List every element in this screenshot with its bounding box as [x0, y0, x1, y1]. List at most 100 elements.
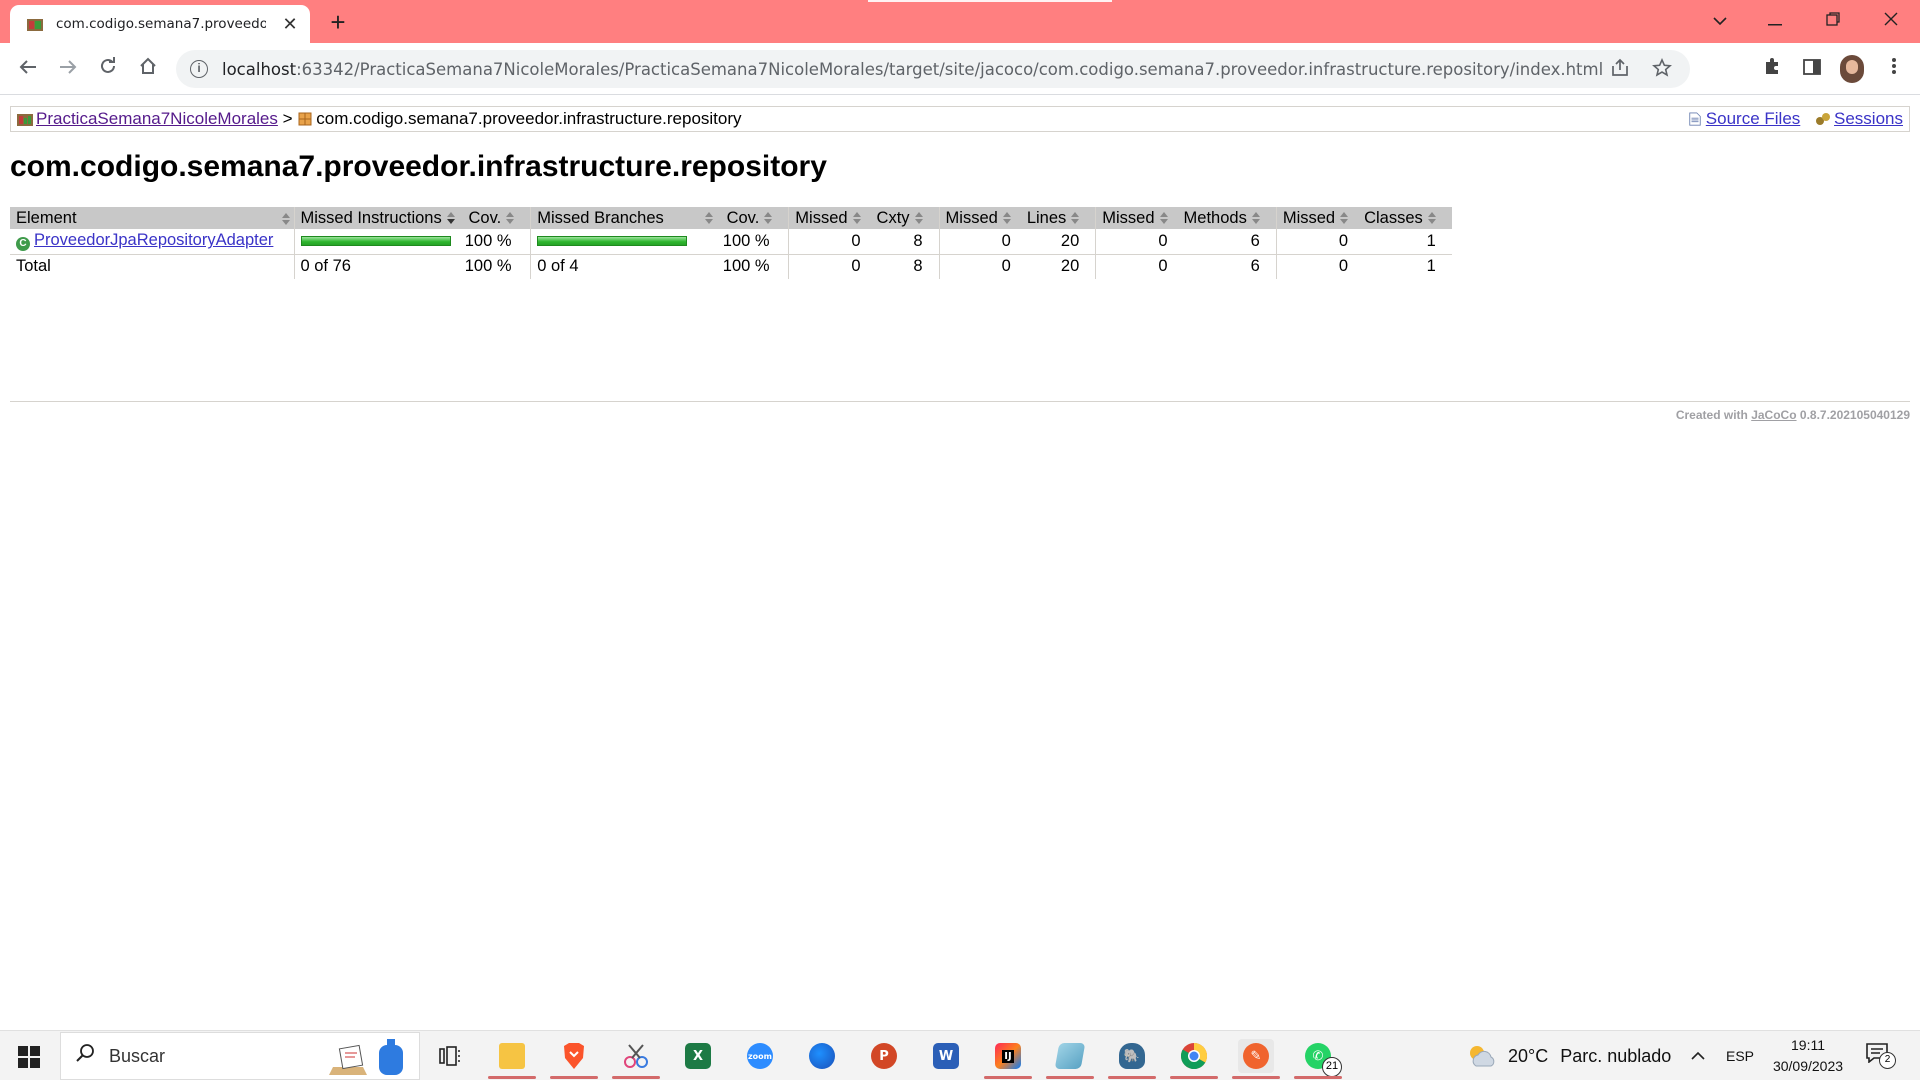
titlebar-highlight: [868, 0, 1112, 2]
sort-icon: [1251, 212, 1260, 224]
source-files-link[interactable]: Source Files: [1706, 109, 1800, 128]
excel-icon[interactable]: X: [680, 1039, 716, 1073]
instructions-coverage-bar: [300, 236, 451, 247]
sort-icon: [1339, 212, 1349, 224]
class-icon: C: [16, 237, 30, 252]
sort-icon: [704, 212, 713, 224]
header-missed-classes[interactable]: Missed: [1275, 207, 1359, 229]
total-classes: 1: [1426, 257, 1436, 276]
jacoco-link[interactable]: JaCoCo: [1751, 408, 1796, 422]
taskbar-search-box[interactable]: Buscar: [60, 1032, 420, 1080]
language-indicator[interactable]: ESP: [1726, 1031, 1754, 1080]
restore-icon[interactable]: [1813, 4, 1853, 36]
bookmark-star-icon[interactable]: [1652, 58, 1672, 78]
intellij-idea-icon[interactable]: IJ: [984, 1039, 1032, 1079]
forward-arrow-icon[interactable]: [52, 53, 84, 85]
coverage-table: Element Missed Instructions Cov. Missed …: [10, 207, 1452, 279]
word-icon[interactable]: W: [928, 1039, 964, 1073]
weather-widget[interactable]: 20°C Parc. nublado: [1466, 1031, 1671, 1080]
header-element[interactable]: Element: [10, 207, 294, 229]
total-branches-cov: 100 %: [722, 257, 770, 276]
firefox-icon[interactable]: [804, 1039, 840, 1073]
home-icon[interactable]: [132, 53, 164, 85]
header-missed-methods[interactable]: Missed: [1095, 207, 1178, 229]
header-methods[interactable]: Methods: [1177, 207, 1277, 229]
breadcrumb-current: com.codigo.semana7.proveedor.infrastruct…: [316, 109, 742, 128]
branches-coverage-bar: [537, 236, 688, 247]
element-link[interactable]: ProveedorJpaRepositoryAdapter: [34, 231, 273, 249]
header-classes[interactable]: Classes: [1358, 207, 1452, 229]
sort-icon: [914, 212, 923, 224]
classes-cell: 1: [1358, 229, 1452, 255]
table-header-row: Element Missed Instructions Cov. Missed …: [10, 207, 1452, 229]
windows-start-icon[interactable]: [18, 1046, 40, 1068]
file-explorer-icon[interactable]: [488, 1039, 536, 1079]
header-missed-instructions[interactable]: Missed Instructions: [293, 207, 459, 229]
header-instructions-cov[interactable]: Cov.: [458, 207, 531, 229]
browser-tab[interactable]: com.codigo.semana7.proveedor ✕: [10, 5, 310, 43]
breadcrumb-project-link[interactable]: PracticaSemana7NicoleMorales: [36, 109, 278, 128]
sort-icon: [1159, 212, 1168, 224]
missed-branches-bar-cell: [530, 229, 717, 255]
methods-cell: 6: [1177, 229, 1277, 255]
report-page: PracticaSemana7NicoleMorales > com.codig…: [0, 96, 1920, 1030]
footer-version: 0.8.7.202105040129: [1799, 408, 1910, 422]
header-missed-lines[interactable]: Missed: [938, 207, 1021, 229]
table-row: C ProveedorJpaRepositoryAdapter 100 % 100…: [10, 229, 1452, 255]
close-window-icon[interactable]: [1871, 4, 1911, 36]
header-lines[interactable]: Lines: [1020, 207, 1096, 229]
header-branches-cov[interactable]: Cov.: [716, 207, 789, 229]
header-missed-branches[interactable]: Missed Branches: [530, 207, 717, 229]
source-files-icon: [1689, 112, 1701, 126]
header-cxty[interactable]: Cxty: [870, 207, 940, 229]
minimize-icon[interactable]: [1755, 4, 1795, 36]
search-icon: [75, 1043, 95, 1069]
zoom-icon[interactable]: zoom: [742, 1039, 778, 1073]
drawing-app-icon[interactable]: ✎: [1232, 1039, 1280, 1079]
show-hidden-icons-chevron-icon[interactable]: [1690, 1031, 1706, 1080]
postgresql-elephant-icon[interactable]: 🐘: [1108, 1039, 1156, 1079]
side-panel-icon[interactable]: [1798, 55, 1826, 83]
breadcrumb-separator: >: [282, 109, 293, 128]
weather-text: Parc. nublado: [1560, 1045, 1672, 1066]
snipping-tool-icon[interactable]: [612, 1039, 660, 1079]
more-menu-icon[interactable]: [1880, 55, 1908, 83]
browser-titlebar: com.codigo.semana7.proveedor ✕ +: [0, 0, 1920, 43]
url-text[interactable]: localhost:63342/PracticaSemana7NicoleMor…: [222, 60, 1603, 79]
header-missed-cxty[interactable]: Missed: [788, 207, 871, 229]
total-lines: 20: [1060, 257, 1080, 276]
chrome-icon[interactable]: [1170, 1039, 1218, 1079]
instructions-cov-cell: 100 %: [458, 229, 531, 255]
profile-avatar[interactable]: [1840, 55, 1864, 83]
sessions-link[interactable]: Sessions: [1834, 109, 1903, 128]
task-view-icon[interactable]: [432, 1039, 468, 1073]
powerpoint-icon[interactable]: P: [866, 1039, 902, 1073]
breadcrumb: PracticaSemana7NicoleMorales > com.codig…: [10, 106, 1910, 132]
search-placeholder: Buscar: [109, 1045, 166, 1066]
reload-icon[interactable]: [92, 53, 124, 85]
notifications-icon[interactable]: 2: [1866, 1043, 1896, 1069]
missed-methods-cell: 0: [1095, 229, 1178, 255]
system-clock[interactable]: 19:11 30/09/2023: [1766, 1035, 1850, 1077]
footer: Created with JaCoCo 0.8.7.202105040129: [1676, 408, 1910, 422]
sessions-icon: [1816, 113, 1831, 125]
sort-icon: [505, 212, 515, 224]
brave-browser-icon[interactable]: [550, 1039, 598, 1079]
new-tab-button[interactable]: +: [322, 6, 354, 38]
total-label: Total: [16, 257, 51, 276]
footer-divider: [10, 401, 1910, 402]
total-methods: 6: [1250, 257, 1260, 276]
total-missed-lines: 0: [938, 254, 1021, 279]
tab-search-chevron-icon[interactable]: [1700, 4, 1740, 36]
browser-toolbar: i localhost:63342/PracticaSemana7NicoleM…: [0, 43, 1920, 95]
back-arrow-icon[interactable]: [12, 53, 44, 85]
tab-close-icon[interactable]: ✕: [280, 14, 300, 35]
breadcrumb-right-links: Source Files Sessions: [1677, 107, 1903, 131]
notepad-icon[interactable]: [1046, 1039, 1094, 1079]
whatsapp-icon[interactable]: ✆ 21: [1294, 1039, 1342, 1079]
address-bar[interactable]: i localhost:63342/PracticaSemana7NicoleM…: [176, 50, 1690, 88]
total-missed-cxty: 0: [788, 254, 871, 279]
site-info-icon[interactable]: i: [190, 60, 208, 78]
share-icon[interactable]: [1610, 58, 1630, 78]
extensions-puzzle-icon[interactable]: [1758, 55, 1786, 83]
